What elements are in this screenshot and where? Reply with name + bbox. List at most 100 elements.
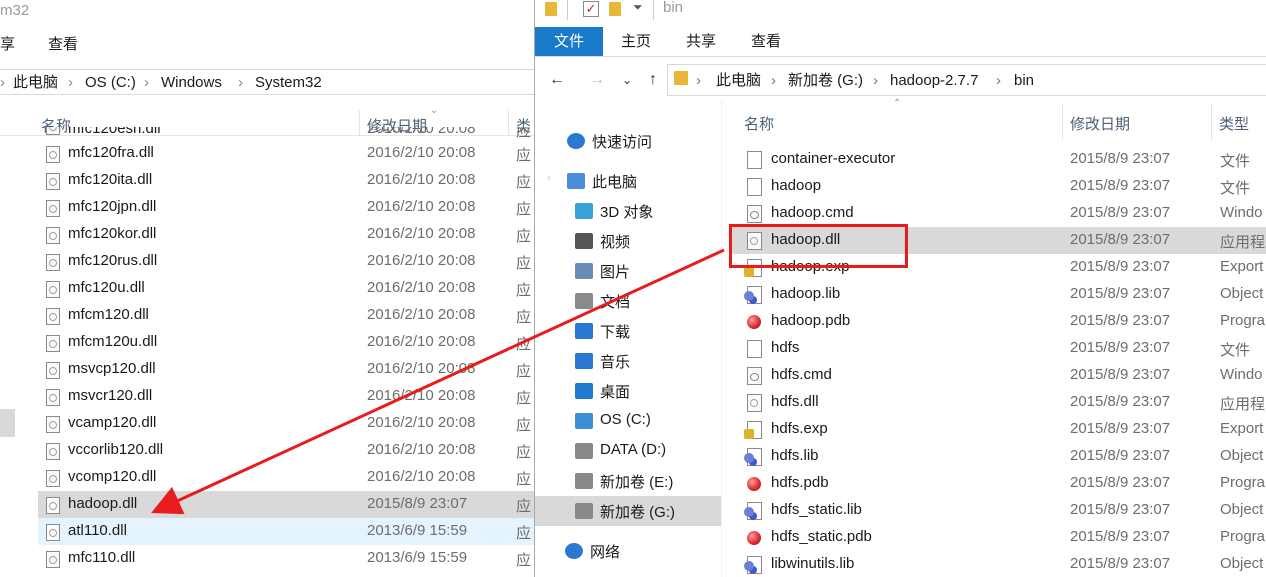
list-item[interactable]: mfcm120.dll 2016/2/10 20:08 应: [38, 302, 534, 329]
list-item[interactable]: msvcp120.dll 2016/2/10 20:08 应: [38, 356, 534, 383]
properties-check-icon[interactable]: ✓: [583, 1, 599, 17]
ribbon-tab-file[interactable]: 文件: [535, 27, 603, 56]
cmd-file-icon: [747, 205, 762, 223]
file-name: mfc120kor.dll: [68, 225, 157, 242]
drive-icon: [575, 443, 593, 459]
right-window-title: bin: [663, 0, 684, 16]
film-icon: [575, 233, 593, 249]
list-item[interactable]: vccorlib120.dll 2016/2/10 20:08 应: [38, 437, 534, 464]
nav-item[interactable]: 视频: [535, 226, 721, 256]
list-item[interactable]: mfc120u.dll 2016/2/10 20:08 应: [38, 275, 534, 302]
list-item[interactable]: atl110.dll 2013/6/9 15:59 应: [38, 518, 534, 545]
list-item[interactable]: hadoop.lib 2015/8/9 23:07 Object: [730, 281, 1266, 308]
picture-icon: [575, 263, 593, 279]
list-item[interactable]: libwinutils.lib 2015/8/9 23:07 Object: [730, 551, 1266, 577]
left-address-bar[interactable]: › 此电脑 › OS (C:) › Windows › System32: [0, 69, 534, 95]
nav-item[interactable]: 网络: [535, 536, 721, 566]
list-item[interactable]: container-executor 2015/8/9 23:07 文件: [730, 146, 1266, 173]
right-ribbon: 文件 主页 共享 查看: [535, 27, 1266, 57]
right-file-list: container-executor 2015/8/9 23:07 文件 hadoop…: [730, 146, 1266, 577]
customize-quick-access-icon[interactable]: ⏷: [633, 0, 643, 15]
left-nav-selection[interactable]: [0, 409, 15, 437]
left-ribbon-tab-share[interactable]: 享: [0, 30, 15, 60]
nav-item[interactable]: 图片: [535, 256, 721, 286]
nav-item[interactable]: 新加卷 (G:): [535, 496, 721, 526]
column-date-modified[interactable]: 修改日期: [1070, 113, 1130, 134]
lib-file-icon: [744, 556, 762, 574]
breadcrumb-item[interactable]: 此电脑: [13, 73, 58, 93]
column-name[interactable]: 名称: [744, 113, 774, 134]
nav-item[interactable]: DATA (D:): [535, 436, 721, 466]
list-item[interactable]: mfc120jpn.dll 2016/2/10 20:08 应: [38, 194, 534, 221]
list-item[interactable]: mfc120rus.dll 2016/2/10 20:08 应: [38, 248, 534, 275]
breadcrumb-item[interactable]: Windows: [161, 73, 222, 93]
breadcrumb-item[interactable]: OS (C:): [85, 73, 136, 93]
file-name: mfcm120u.dll: [68, 333, 158, 350]
breadcrumb-item[interactable]: hadoop-2.7.7: [890, 71, 978, 91]
list-item[interactable]: mfc120ita.dll 2016/2/10 20:08 应: [38, 167, 534, 194]
nav-item[interactable]: 3D 对象: [535, 196, 721, 226]
list-item[interactable]: mfcm120u.dll 2016/2/10 20:08 应: [38, 329, 534, 356]
list-item[interactable]: hdfs_static.lib 2015/8/9 23:07 Object: [730, 497, 1266, 524]
folder-icon: [545, 2, 557, 16]
list-item[interactable]: mfc120esn.dll 2016/2/10 20:08 应: [38, 127, 534, 140]
list-item[interactable]: hdfs.cmd 2015/8/9 23:07 Windo: [730, 362, 1266, 389]
file-date: 2016/2/10 20:08: [367, 127, 476, 137]
file-type: Windo: [1220, 204, 1263, 221]
pdb-file-icon: [747, 529, 762, 547]
recent-locations-chevron-icon[interactable]: ⌄: [615, 68, 639, 92]
forward-arrow-icon[interactable]: →: [585, 68, 609, 92]
list-item[interactable]: hadoop.cmd 2015/8/9 23:07 Windo: [730, 200, 1266, 227]
list-item[interactable]: hdfs.dll 2015/8/9 23:07 应用程: [730, 389, 1266, 416]
nav-item[interactable]: OS (C:): [535, 406, 721, 436]
list-item[interactable]: hdfs 2015/8/9 23:07 文件: [730, 335, 1266, 362]
list-item[interactable]: hadoop 2015/8/9 23:07 文件: [730, 173, 1266, 200]
right-navigation-bar: ← → ⌄ ↑ › 此电脑 › 新加卷 (G:) › hadoop-2.7.7 …: [535, 62, 1266, 98]
cube-icon: [575, 203, 593, 219]
right-title-bar: ✓ ⏷ bin: [535, 0, 1266, 26]
cmd-file-icon: [747, 367, 762, 385]
list-item[interactable]: vcamp120.dll 2016/2/10 20:08 应: [38, 410, 534, 437]
file-name: hadoop.cmd: [771, 204, 854, 221]
list-item[interactable]: hdfs.pdb 2015/8/9 23:07 Progra: [730, 470, 1266, 497]
breadcrumb-item[interactable]: System32: [255, 73, 322, 93]
list-item[interactable]: hdfs.lib 2015/8/9 23:07 Object: [730, 443, 1266, 470]
left-ribbon-tab-view[interactable]: 查看: [48, 30, 78, 60]
back-arrow-icon[interactable]: ←: [545, 68, 569, 92]
nav-item[interactable]: 快速访问: [535, 126, 721, 156]
list-item[interactable]: hadoop.pdb 2015/8/9 23:07 Progra: [730, 308, 1266, 335]
list-item[interactable]: hdfs.exp 2015/8/9 23:07 Export: [730, 416, 1266, 443]
breadcrumb-item[interactable]: 新加卷 (G:): [788, 71, 863, 91]
list-item[interactable]: mfc120fra.dll 2016/2/10 20:08 应: [38, 140, 534, 167]
right-column-header: 名称 修改日期 类型: [722, 104, 1266, 140]
nav-item[interactable]: 桌面: [535, 376, 721, 406]
list-item[interactable]: hadoop.dll 2015/8/9 23:07 应: [38, 491, 534, 518]
right-address-bar[interactable]: › 此电脑 › 新加卷 (G:) › hadoop-2.7.7 › bin: [667, 64, 1266, 96]
list-item[interactable]: vcomp120.dll 2016/2/10 20:08 应: [38, 464, 534, 491]
breadcrumb-item[interactable]: bin: [1014, 71, 1034, 91]
exp-file-icon: [744, 421, 762, 439]
ribbon-tab-home[interactable]: 主页: [621, 27, 651, 56]
nav-item[interactable]: › 此电脑: [535, 166, 721, 196]
column-type[interactable]: 类型: [1219, 113, 1249, 134]
list-item[interactable]: hdfs_static.pdb 2015/8/9 23:07 Progra: [730, 524, 1266, 551]
blank-file-icon: [747, 340, 762, 358]
list-item[interactable]: mfc120kor.dll 2016/2/10 20:08 应: [38, 221, 534, 248]
list-item[interactable]: msvcr120.dll 2016/2/10 20:08 应: [38, 383, 534, 410]
file-type: 应: [516, 228, 532, 245]
nav-item[interactable]: 新加卷 (E:): [535, 466, 721, 496]
file-name: hadoop.pdb: [771, 312, 851, 329]
list-item[interactable]: mfc110.dll 2013/6/9 15:59 应: [38, 545, 534, 572]
breadcrumb-item[interactable]: 此电脑: [716, 71, 761, 91]
expand-chevron-icon[interactable]: ›: [547, 172, 551, 184]
nav-item[interactable]: 下载: [535, 316, 721, 346]
ribbon-tab-share[interactable]: 共享: [686, 27, 716, 56]
new-folder-icon[interactable]: [609, 2, 621, 16]
file-name: hadoop.lib: [771, 285, 841, 302]
ribbon-tab-view[interactable]: 查看: [751, 27, 781, 56]
file-type: Object: [1220, 501, 1264, 518]
nav-item[interactable]: 文档: [535, 286, 721, 316]
file-type: 应: [516, 336, 532, 353]
up-arrow-icon[interactable]: ↑: [641, 68, 665, 92]
nav-item[interactable]: 音乐: [535, 346, 721, 376]
